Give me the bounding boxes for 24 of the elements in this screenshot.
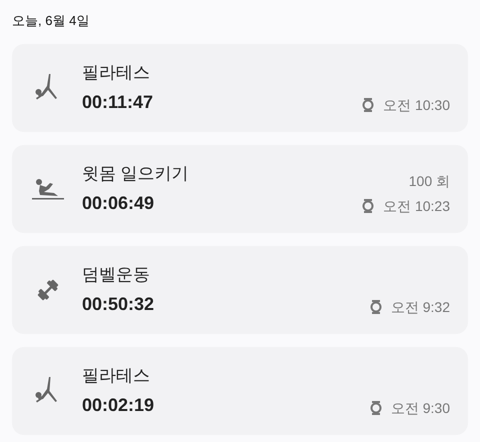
- watch-icon: [370, 299, 382, 315]
- start-time: 오전 10:30: [383, 96, 450, 115]
- workout-name: 필라테스: [82, 62, 150, 84]
- workout-duration: 00:06:49: [82, 192, 154, 215]
- start-time: 오전 10:23: [383, 197, 450, 216]
- workout-duration: 00:11:47: [82, 91, 154, 114]
- workout-card[interactable]: 덤벨운동 00:50:32 오전 9:32: [12, 246, 468, 334]
- workout-name: 윗몸 일으키기: [82, 163, 189, 185]
- start-time: 오전 9:32: [390, 298, 450, 317]
- workout-card[interactable]: 필라테스 00:11:47 오전 10:30: [12, 44, 468, 132]
- date-header: 오늘, 6월 4일: [12, 12, 90, 30]
- start-time: 오전 9:30: [390, 399, 450, 418]
- dumbbell-icon: [37, 279, 59, 301]
- workout-duration: 00:50:32: [82, 293, 154, 316]
- watch-icon: [362, 97, 374, 113]
- watch-icon: [370, 400, 382, 416]
- workout-name: 덤벨운동: [82, 264, 150, 286]
- workout-card[interactable]: 필라테스 00:02:19 오전 9:30: [12, 347, 468, 435]
- workout-duration: 00:02:19: [82, 394, 154, 417]
- watch-icon: [362, 198, 374, 214]
- workout-name: 필라테스: [82, 365, 150, 387]
- repetition-count: 100 회: [408, 172, 450, 191]
- workout-card[interactable]: 윗몸 일으키기 00:06:49 100 회 오전 10:23: [12, 145, 468, 233]
- situp-figure-icon: [32, 178, 64, 200]
